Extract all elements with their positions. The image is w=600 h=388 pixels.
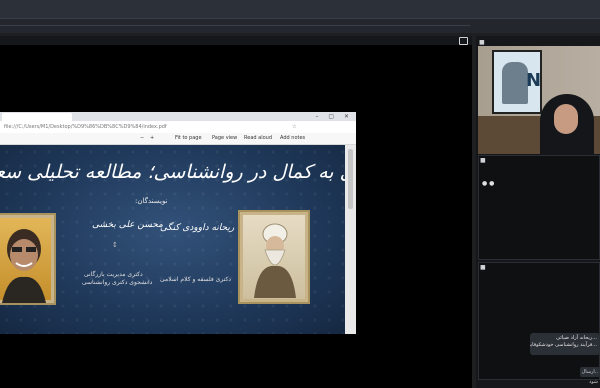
app-sub-bar <box>0 19 600 33</box>
status-dots: ● ● <box>482 180 495 187</box>
webcam-video: N <box>478 46 600 154</box>
chat-panel: ■ <box>478 262 600 380</box>
chat-message: ...ریحانه آزاد ضیائی ...فرآیند روانشناسی… <box>530 333 600 355</box>
zoom-out-icon[interactable]: − <box>140 133 144 144</box>
chat-message-line-1: ...ریحانه آزاد ضیائی <box>556 335 597 341</box>
toolbar-page-view[interactable]: Page view <box>212 133 237 144</box>
participants-panel: ■ <box>478 155 600 260</box>
panel-header-icon[interactable]: ■ <box>479 39 485 46</box>
fullscreen-icon[interactable] <box>459 37 468 45</box>
authors-label: نویسندگان: <box>135 197 168 205</box>
separator-glyph: ↕ <box>112 241 118 249</box>
author-2-affiliation-2: دانشجوی دکتری روانشناسی <box>82 279 153 286</box>
author-portrait-farabi <box>238 210 310 304</box>
chat-message-line-2: ...فرآیند روانشناسی خودشکوفایی <box>530 342 597 348</box>
panel-header-icon[interactable]: ■ <box>480 157 486 164</box>
chat-input-field[interactable]: ..ارسال شود <box>580 367 600 385</box>
browser-tab[interactable] <box>2 113 72 121</box>
favorite-star-icon[interactable]: ☆ <box>292 121 296 133</box>
browser-tab-strip: – ▢ ✕ <box>0 112 356 121</box>
pdf-scrollbar[interactable] <box>345 145 356 334</box>
maslow-photo-icon <box>2 229 46 303</box>
author-2-name: محسن علی بخشی <box>92 220 163 230</box>
farabi-illustration-icon <box>254 223 296 298</box>
panel-header-icon[interactable]: ■ <box>480 264 486 271</box>
shared-browser-window: – ▢ ✕ file:///C:/Users/M1/Desktop/%D9%86… <box>0 112 356 334</box>
background-poster: N <box>492 50 542 114</box>
author-1-name: ریحانه داوودی کنگی <box>160 223 235 233</box>
zoom-in-icon[interactable]: + <box>150 133 154 144</box>
author-portrait-maslow <box>0 213 56 305</box>
author-2-affiliation-1: دکتری مدیریت بازرگانی <box>84 271 143 278</box>
webcam-panel-header: ■ <box>478 38 600 46</box>
stage-header <box>0 36 472 45</box>
presentation-slide: نیل به کمال در روانشناسی؛ مطالعه تحلیلی … <box>0 145 345 334</box>
slide-title: نیل به کمال در روانشناسی؛ مطالعه تحلیلی … <box>0 161 345 183</box>
toolbar-read-aloud[interactable]: Read aloud <box>244 133 272 144</box>
scroll-thumb[interactable] <box>348 149 353 209</box>
app-top-bar <box>0 0 600 19</box>
author-1-affiliation: دکتری فلسفه و کلام اسلامی <box>160 276 231 283</box>
pdf-toolbar: − + Fit to page Page view Read aloud Add… <box>0 133 356 145</box>
toolbar-add-notes[interactable]: Add notes <box>280 133 305 144</box>
address-url: file:///C:/Users/M1/Desktop/%D9%86%DB%8C… <box>4 124 167 130</box>
toolbar-fit-to-page[interactable]: Fit to page <box>175 133 202 144</box>
window-controls[interactable]: – ▢ ✕ <box>315 113 353 120</box>
